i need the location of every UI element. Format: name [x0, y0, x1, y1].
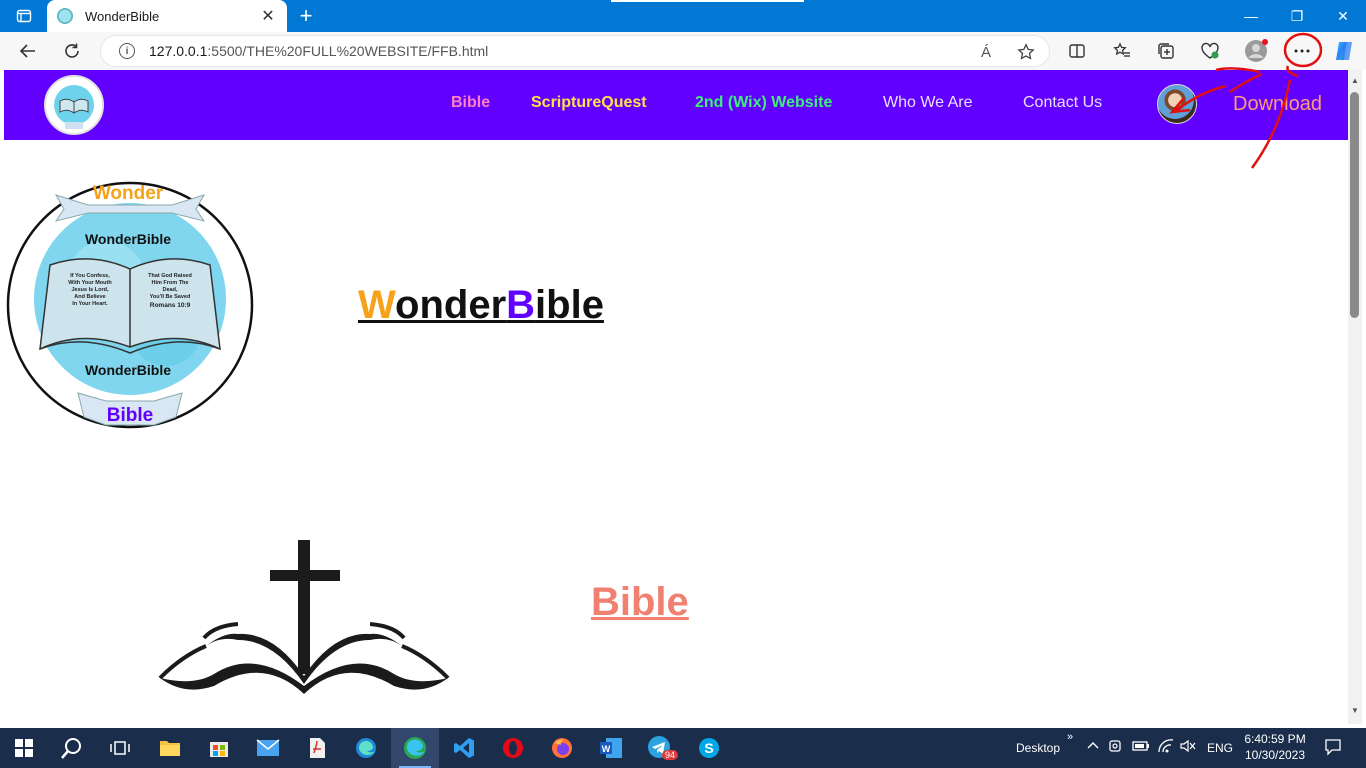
back-arrow-icon[interactable] — [12, 36, 44, 66]
start-icon[interactable] — [0, 728, 48, 768]
svg-text:You'll Be Saved: You'll Be Saved — [150, 294, 191, 300]
tab-title: WonderBible — [85, 8, 160, 24]
more-options-icon[interactable] — [1286, 36, 1318, 66]
read-aloud-icon[interactable]: Á — [975, 41, 997, 63]
toolbar-chevron-icon[interactable]: » — [1067, 731, 1073, 743]
minimize-button[interactable]: — — [1228, 0, 1274, 32]
hero-title-onder: onder — [395, 283, 507, 327]
copilot-icon[interactable] — [1328, 36, 1360, 66]
browser-essentials-icon[interactable] — [1194, 36, 1226, 66]
scroll-down-arrow-icon[interactable]: ▼ — [1350, 706, 1360, 716]
svg-text:W: W — [602, 744, 611, 754]
battery-icon[interactable] — [1132, 738, 1150, 757]
clock-date: 10/30/2023 — [1244, 748, 1306, 762]
address-path: :5500/THE%20FULL%20WEBSITE/FFB.html — [207, 43, 489, 59]
language-indicator[interactable]: ENG — [1207, 741, 1233, 755]
nav-link-bible[interactable]: Bible — [451, 94, 490, 112]
svg-text:In Your Heart.: In Your Heart. — [72, 301, 108, 307]
svg-text:If You Confess,: If You Confess, — [70, 273, 110, 279]
wonderbible-logo: Wonder WonderBible If You Confess, With … — [6, 181, 254, 429]
address-url[interactable]: 127.0.0.1:5500/THE%20FULL%20WEBSITE/FFB.… — [149, 43, 488, 59]
nav-link-who-we-are[interactable]: Who We Are — [883, 94, 973, 112]
nav-link-scripturequest[interactable]: ScriptureQuest — [531, 94, 647, 112]
svg-text:Him From The: Him From The — [152, 280, 189, 286]
site-info-icon[interactable]: i — [119, 43, 135, 59]
clock-time: 6:40:59 PM — [1244, 732, 1306, 746]
hero-title: WonderBible — [358, 283, 604, 328]
telegram-icon[interactable]: 94 — [636, 728, 684, 768]
favorites-icon[interactable] — [1106, 36, 1138, 66]
svg-text:And Believe: And Believe — [74, 294, 105, 300]
refresh-icon[interactable] — [56, 36, 88, 66]
file-explorer-icon[interactable] — [146, 728, 194, 768]
pdf-reader-icon[interactable] — [293, 728, 341, 768]
navbar-logo[interactable] — [44, 75, 104, 135]
window-top-highlight — [611, 0, 804, 2]
svg-text:That God Raised: That God Raised — [148, 273, 192, 279]
bible-section-title[interactable]: Bible — [591, 580, 689, 625]
microsoft-store-icon[interactable] — [195, 728, 243, 768]
user-avatar[interactable] — [1157, 84, 1197, 124]
hero-title-w: W — [358, 283, 396, 327]
edge-icon[interactable] — [342, 728, 390, 768]
favorite-star-icon[interactable] — [1015, 41, 1037, 63]
address-bar[interactable]: i 127.0.0.1:5500/THE%20FULL%20WEBSITE/FF… — [100, 35, 1050, 67]
split-screen-icon[interactable] — [1061, 36, 1093, 66]
browser-tab[interactable]: WonderBible ✕ — [47, 0, 287, 32]
scroll-up-arrow-icon[interactable]: ▲ — [1350, 76, 1360, 86]
window-right-edge — [1362, 70, 1366, 724]
tab-actions-icon[interactable] — [8, 4, 40, 28]
page-scrollbar[interactable]: ▲ ▼ — [1348, 70, 1362, 724]
logo-wonder-text: Wonder — [93, 183, 164, 204]
search-icon[interactable] — [48, 728, 96, 768]
nav-link-wix-website[interactable]: 2nd (Wix) Website — [695, 94, 832, 112]
tab-close-icon[interactable]: ✕ — [259, 6, 277, 26]
mail-icon[interactable] — [244, 728, 292, 768]
svg-text:Dead,: Dead, — [163, 287, 178, 293]
collections-icon[interactable] — [1150, 36, 1182, 66]
svg-text:Jesus Is Lord,: Jesus Is Lord, — [72, 287, 109, 293]
site-navbar: Bible ScriptureQuest 2nd (Wix) Website W… — [4, 70, 1348, 140]
nav-link-contact-us[interactable]: Contact Us — [1023, 94, 1102, 112]
show-hidden-icons-icon[interactable] — [1086, 738, 1100, 755]
profile-avatar-icon[interactable] — [1240, 36, 1272, 66]
task-view-icon[interactable] — [96, 728, 144, 768]
site-favicon-icon — [57, 8, 73, 24]
telegram-badge: 94 — [662, 750, 679, 760]
windows-taskbar: W 94 S Desktop » ENG 6:40:59 PM 10/30/20… — [0, 728, 1366, 768]
firefox-icon[interactable] — [538, 728, 586, 768]
system-clock[interactable]: 6:40:59 PM 10/30/2023 — [1240, 731, 1310, 763]
volume-muted-icon[interactable] — [1180, 738, 1196, 757]
browser-toolbar: i 127.0.0.1:5500/THE%20FULL%20WEBSITE/FF… — [0, 32, 1366, 70]
close-window-button[interactable]: ✕ — [1320, 0, 1366, 32]
hero-title-ible: ible — [535, 283, 604, 327]
svg-text:S: S — [704, 740, 713, 756]
skype-icon[interactable]: S — [685, 728, 733, 768]
cross-book-icon — [154, 536, 454, 706]
new-tab-button[interactable]: + — [294, 3, 318, 29]
hero-title-b: B — [506, 283, 536, 327]
notifications-icon[interactable] — [1324, 738, 1342, 759]
svg-text:Romans 10:9: Romans 10:9 — [150, 302, 191, 309]
logo-inner-bottom-text: WonderBible — [85, 362, 171, 378]
browser-title-bar: WonderBible ✕ + — ❐ ✕ — [0, 0, 1366, 32]
opera-icon[interactable] — [489, 728, 537, 768]
meet-now-icon[interactable] — [1108, 738, 1124, 757]
scroll-thumb[interactable] — [1350, 92, 1359, 318]
vscode-icon[interactable] — [440, 728, 488, 768]
wifi-icon[interactable] — [1157, 738, 1175, 757]
address-host: 127.0.0.1 — [149, 43, 208, 59]
edge-dev-icon[interactable] — [391, 728, 439, 768]
word-icon[interactable]: W — [587, 728, 635, 768]
desktop-toolbar-label[interactable]: Desktop — [1016, 741, 1060, 755]
restore-button[interactable]: ❐ — [1274, 0, 1320, 32]
svg-text:With Your Mouth: With Your Mouth — [68, 280, 112, 286]
web-page-viewport: Bible ScriptureQuest 2nd (Wix) Website W… — [4, 70, 1348, 724]
nav-link-download[interactable]: Download — [1233, 93, 1322, 116]
logo-inner-top-text: WonderBible — [85, 231, 171, 247]
logo-bible-text: Bible — [107, 405, 153, 426]
